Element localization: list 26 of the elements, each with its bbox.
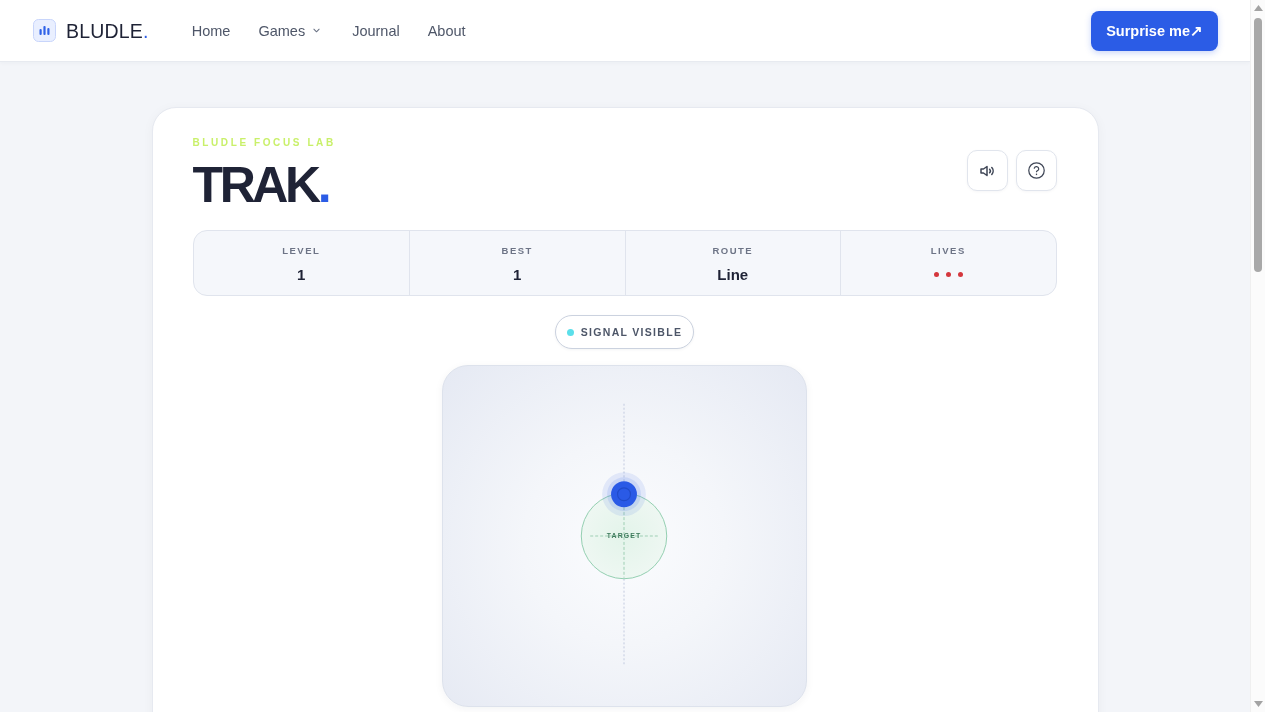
- scroll-up-icon[interactable]: [1253, 5, 1263, 11]
- signal-status-text: SIGNAL VISIBLE: [580, 325, 683, 339]
- sound-button[interactable]: [966, 150, 1008, 191]
- stat-value: 1: [297, 265, 306, 285]
- stat-value: 1: [513, 265, 522, 285]
- stat-label: ROUTE: [712, 245, 754, 257]
- stat-label: BEST: [501, 245, 533, 257]
- nav-link[interactable]: Games: [258, 20, 325, 41]
- eyebrow-label: BLUDLE FOCUS LAB: [192, 137, 336, 149]
- speaker-icon: [979, 164, 995, 177]
- brand-name[interactable]: BLUDLE.: [66, 18, 149, 43]
- tracker-dot-icon[interactable]: [602, 472, 646, 517]
- scrollbar[interactable]: [1250, 0, 1265, 712]
- nav-link[interactable]: Journal: [352, 20, 400, 41]
- scroll-down-icon[interactable]: [1253, 701, 1263, 707]
- surprise-me-button[interactable]: Surprise me↗: [1091, 10, 1218, 51]
- stat-label: LEVEL: [282, 245, 321, 257]
- help-icon: [1027, 162, 1045, 179]
- game-title: TRAK.: [192, 160, 330, 210]
- help-button[interactable]: [1015, 150, 1057, 191]
- bar-chart-logo-icon: [33, 19, 56, 42]
- nav-link[interactable]: About: [427, 20, 466, 41]
- scrollbar-thumb[interactable]: [1254, 18, 1262, 272]
- stat-label: LIVES: [930, 245, 966, 257]
- stat-value: Line: [717, 265, 749, 285]
- nav-link[interactable]: Home: [191, 20, 231, 41]
